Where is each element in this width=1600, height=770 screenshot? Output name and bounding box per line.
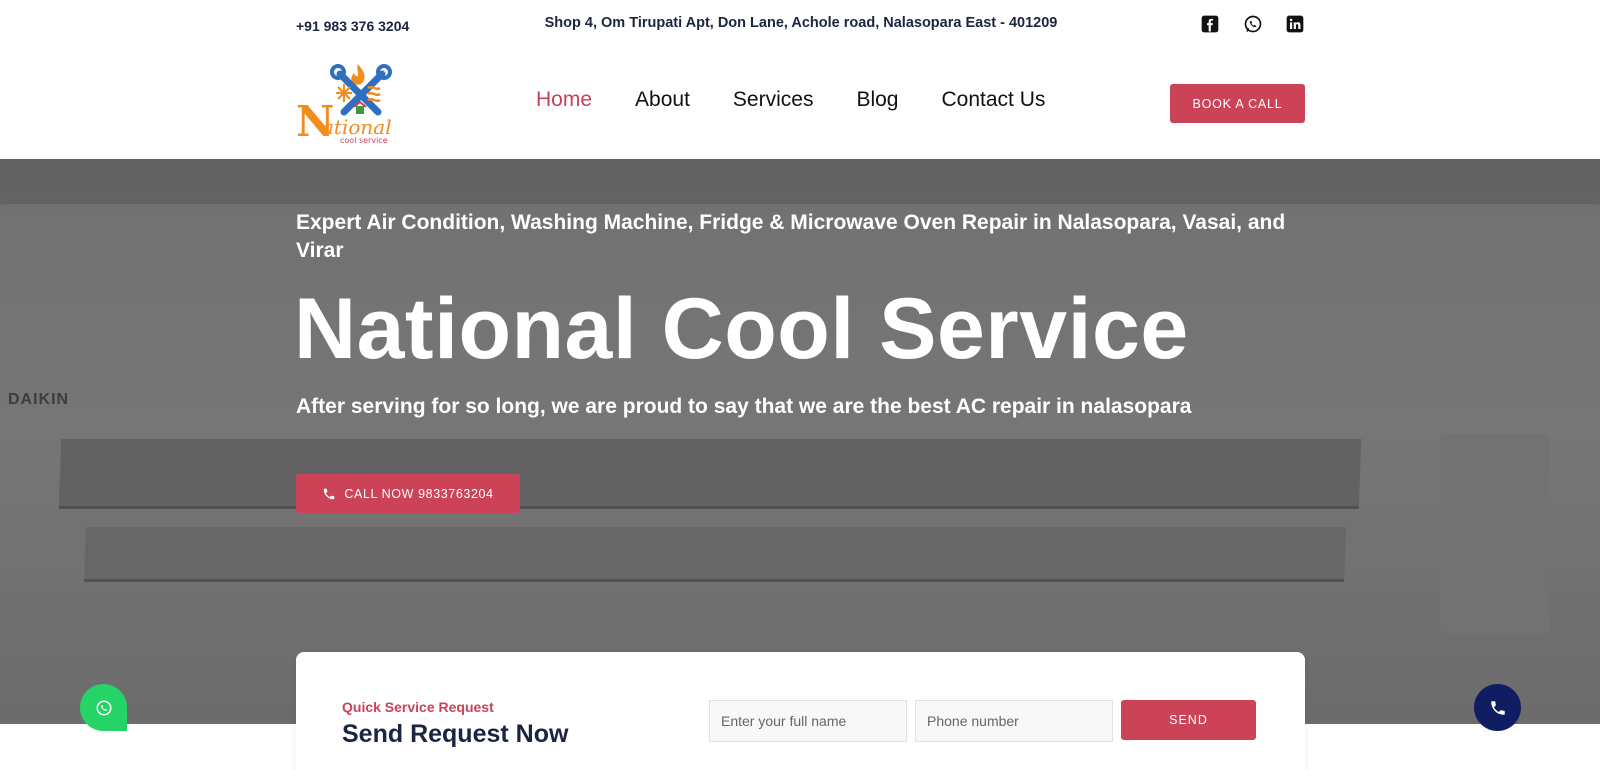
- phone-icon: [1490, 700, 1505, 715]
- hero-title: National Cool Service: [294, 281, 1189, 377]
- nav-home[interactable]: Home: [536, 88, 592, 112]
- hero-section: DAIKIN Expert Air Condition, Washing Mac…: [0, 159, 1600, 724]
- nav-blog[interactable]: Blog: [856, 88, 898, 112]
- whatsapp-icon[interactable]: [1242, 13, 1264, 35]
- whatsapp-icon: [96, 700, 111, 715]
- top-address: Shop 4, Om Tirupati Apt, Don Lane, Achol…: [0, 15, 1600, 31]
- site-logo[interactable]: N ational cool service: [296, 62, 396, 146]
- book-a-call-button[interactable]: BOOK A CALL: [1170, 84, 1305, 123]
- svg-text:cool service: cool service: [340, 136, 388, 145]
- call-now-label: CALL NOW 9833763204: [344, 486, 494, 501]
- send-button[interactable]: SEND: [1121, 700, 1256, 740]
- call-now-button[interactable]: CALL NOW 9833763204: [296, 474, 520, 513]
- top-address-text: Shop 4, Om Tirupati Apt, Don Lane, Achol…: [544, 15, 1058, 31]
- facebook-icon[interactable]: [1199, 13, 1221, 35]
- nav-services[interactable]: Services: [733, 88, 814, 112]
- phone-float-button[interactable]: [1474, 684, 1521, 731]
- top-bar: +91 983 376 3204 Shop 4, Om Tirupati Apt…: [0, 0, 1600, 50]
- site-header: N ational cool service Home About Servic…: [0, 50, 1600, 159]
- hero-subtitle: Expert Air Condition, Washing Machine, F…: [296, 211, 1286, 262]
- nav-about[interactable]: About: [635, 88, 690, 112]
- full-name-input[interactable]: [709, 700, 907, 742]
- quick-request-card: Quick Service Request Send Request Now S…: [296, 652, 1305, 770]
- request-title: Send Request Now: [342, 720, 569, 748]
- linkedin-icon[interactable]: [1284, 13, 1306, 35]
- nav-contact-us[interactable]: Contact Us: [941, 88, 1045, 112]
- whatsapp-float-button[interactable]: [80, 684, 127, 731]
- phone-icon: [324, 488, 335, 499]
- request-kicker: Quick Service Request: [342, 699, 494, 715]
- phone-number-input[interactable]: [915, 700, 1113, 742]
- hero-tagline: After serving for so long, we are proud …: [296, 395, 1192, 418]
- main-nav: Home About Services Blog Contact Us: [536, 88, 1088, 112]
